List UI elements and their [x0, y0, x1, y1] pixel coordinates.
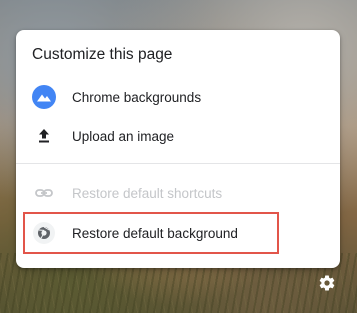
chrome-backgrounds-icon [32, 85, 56, 109]
menu-divider [16, 163, 340, 164]
chrome-backgrounds-item[interactable]: Chrome backgrounds [16, 77, 340, 117]
dialog-title: Customize this page [32, 46, 173, 63]
restore-shortcuts-label: Restore default shortcuts [72, 185, 223, 201]
chrome-backgrounds-label: Chrome backgrounds [72, 89, 202, 105]
link-icon [32, 181, 56, 205]
gear-icon[interactable] [318, 274, 336, 292]
upload-image-label: Upload an image [72, 128, 175, 144]
customize-dialog: Customize this page Chrome backgrounds U… [16, 30, 340, 268]
upload-icon [32, 124, 56, 148]
highlight-box [23, 212, 279, 254]
upload-image-item[interactable]: Upload an image [16, 116, 340, 156]
restore-shortcuts-item: Restore default shortcuts [16, 173, 340, 213]
